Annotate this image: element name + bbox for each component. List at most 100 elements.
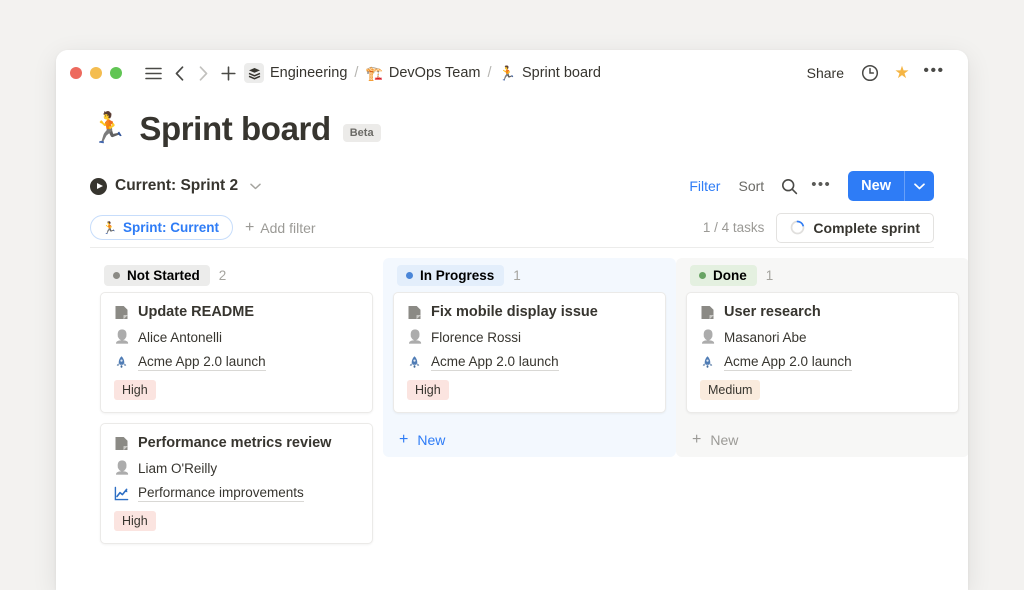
progress-ring-icon (790, 220, 805, 235)
status-label: Done (713, 268, 747, 283)
running-person-icon: 🏃 (102, 222, 117, 234)
card-title-row: User research (700, 304, 945, 320)
running-person-icon[interactable]: 🏃 (90, 114, 127, 144)
star-icon[interactable]: ★ (886, 58, 918, 88)
back-icon[interactable] (168, 60, 190, 86)
column-count: 1 (513, 268, 521, 283)
new-button-label: New (848, 178, 904, 194)
complete-sprint-button[interactable]: Complete sprint (776, 213, 934, 243)
view-toolbar: Current: Sprint 2 Filter Sort ••• New (90, 164, 934, 208)
task-card[interactable]: User research 👤 Masanori Abe Acme App 2.… (686, 292, 959, 413)
card-assignee: Florence Rossi (431, 330, 521, 345)
avatar-icon: 👤 (114, 329, 129, 345)
close-window-button[interactable] (70, 67, 82, 79)
status-label: Not Started (127, 268, 200, 283)
add-card-button[interactable]: + New (686, 423, 959, 457)
card-project-row: Acme App 2.0 launch (114, 354, 359, 371)
filter-button[interactable]: Filter (681, 173, 728, 199)
breadcrumb-item-team[interactable]: DevOps Team (389, 65, 481, 81)
card-title: Fix mobile display issue (431, 304, 598, 320)
maximize-window-button[interactable] (110, 67, 122, 79)
traffic-lights (70, 67, 122, 79)
chevron-down-icon[interactable] (250, 179, 261, 193)
card-project-link[interactable]: Performance improvements (138, 485, 304, 502)
board-column: Done 1 User research 👤 Masanori Abe Acme… (676, 258, 968, 558)
forward-icon[interactable] (192, 60, 214, 86)
more-horizontal-icon[interactable]: ••• (918, 58, 950, 88)
sidebar-toggle-icon[interactable] (140, 60, 166, 86)
column-count: 1 (766, 268, 774, 283)
running-person-icon: 🏃 (499, 66, 516, 80)
plus-icon: + (692, 432, 701, 448)
rocket-icon (114, 355, 129, 370)
stack-icon (244, 63, 264, 83)
card-assignee-row: 👤 Liam O'Reilly (114, 460, 359, 476)
filter-chip-sprint[interactable]: 🏃 Sprint: Current (90, 215, 233, 240)
page-title[interactable]: Sprint board (139, 110, 330, 148)
plus-icon: + (399, 432, 408, 448)
card-title: User research (724, 304, 821, 320)
view-selector[interactable]: Current: Sprint 2 (90, 177, 261, 195)
task-card[interactable]: Update README 👤 Alice Antonelli Acme App… (100, 292, 373, 413)
plus-icon: + (245, 220, 254, 236)
beta-badge: Beta (343, 124, 381, 142)
card-title-row: Fix mobile display issue (407, 304, 652, 320)
share-button[interactable]: Share (797, 61, 854, 85)
filter-bar-right: 1 / 4 tasks Complete sprint (703, 213, 934, 243)
task-card[interactable]: Performance metrics review 👤 Liam O'Reil… (100, 423, 373, 544)
status-dot-icon (699, 272, 706, 279)
card-priority-badge: High (114, 511, 156, 531)
filter-chip-label: Sprint: Current (123, 220, 219, 235)
new-button[interactable]: New (848, 171, 934, 201)
kanban-board: Not Started 2 Update README 👤 Alice Anto… (90, 258, 934, 558)
board-column: Not Started 2 Update README 👤 Alice Anto… (90, 258, 383, 558)
card-assignee-row: 👤 Florence Rossi (407, 329, 652, 345)
card-project-row: Acme App 2.0 launch (700, 354, 945, 371)
task-card[interactable]: Fix mobile display issue 👤 Florence Ross… (393, 292, 666, 413)
status-label: In Progress (420, 268, 494, 283)
page-icon (114, 305, 129, 320)
sort-button[interactable]: Sort (730, 173, 772, 199)
new-page-icon[interactable] (216, 60, 240, 86)
column-header[interactable]: In Progress 1 (393, 258, 666, 292)
avatar-icon: 👤 (407, 329, 422, 345)
minimize-window-button[interactable] (90, 67, 102, 79)
card-title-row: Update README (114, 304, 359, 320)
breadcrumb-item-page[interactable]: Sprint board (522, 65, 601, 81)
page-header: 🏃 Sprint board Beta (90, 96, 934, 150)
search-icon[interactable] (774, 172, 804, 200)
breadcrumb-item-workspace[interactable]: Engineering (270, 65, 347, 81)
toolbar-actions: Filter Sort ••• New (681, 171, 934, 201)
title-bar: Engineering / 🏗️ DevOps Team / 🏃 Sprint … (56, 50, 968, 96)
view-label: Current: Sprint 2 (115, 177, 238, 195)
column-header[interactable]: Done 1 (686, 258, 959, 292)
add-filter-button[interactable]: + Add filter (245, 220, 316, 236)
add-card-button[interactable]: + New (393, 423, 666, 457)
status-badge: Not Started (104, 265, 210, 286)
status-dot-icon (113, 272, 120, 279)
card-assignee-row: 👤 Masanori Abe (700, 329, 945, 345)
title-bar-actions: Share ★ ••• (797, 58, 950, 88)
clock-icon[interactable] (854, 58, 886, 88)
card-assignee: Alice Antonelli (138, 330, 222, 345)
rocket-icon (700, 355, 715, 370)
status-badge: Done (690, 265, 757, 286)
rocket-icon (407, 355, 422, 370)
complete-sprint-label: Complete sprint (813, 220, 920, 236)
board-column: In Progress 1 Fix mobile display issue 👤… (383, 258, 676, 558)
filter-bar: 🏃 Sprint: Current + Add filter 1 / 4 tas… (90, 208, 934, 248)
card-project-link[interactable]: Acme App 2.0 launch (431, 354, 559, 371)
card-project-link[interactable]: Acme App 2.0 launch (138, 354, 266, 371)
task-count: 1 / 4 tasks (703, 220, 765, 235)
card-assignee: Liam O'Reilly (138, 461, 217, 476)
card-priority-badge: Medium (700, 380, 760, 400)
card-project-link[interactable]: Acme App 2.0 launch (724, 354, 852, 371)
page-icon (407, 305, 422, 320)
page-icon (700, 305, 715, 320)
chevron-down-icon[interactable] (905, 171, 934, 201)
column-header[interactable]: Not Started 2 (100, 258, 373, 292)
add-card-label: New (710, 432, 738, 448)
more-horizontal-icon[interactable]: ••• (806, 172, 836, 200)
card-title-row: Performance metrics review (114, 435, 359, 451)
card-assignee: Masanori Abe (724, 330, 807, 345)
